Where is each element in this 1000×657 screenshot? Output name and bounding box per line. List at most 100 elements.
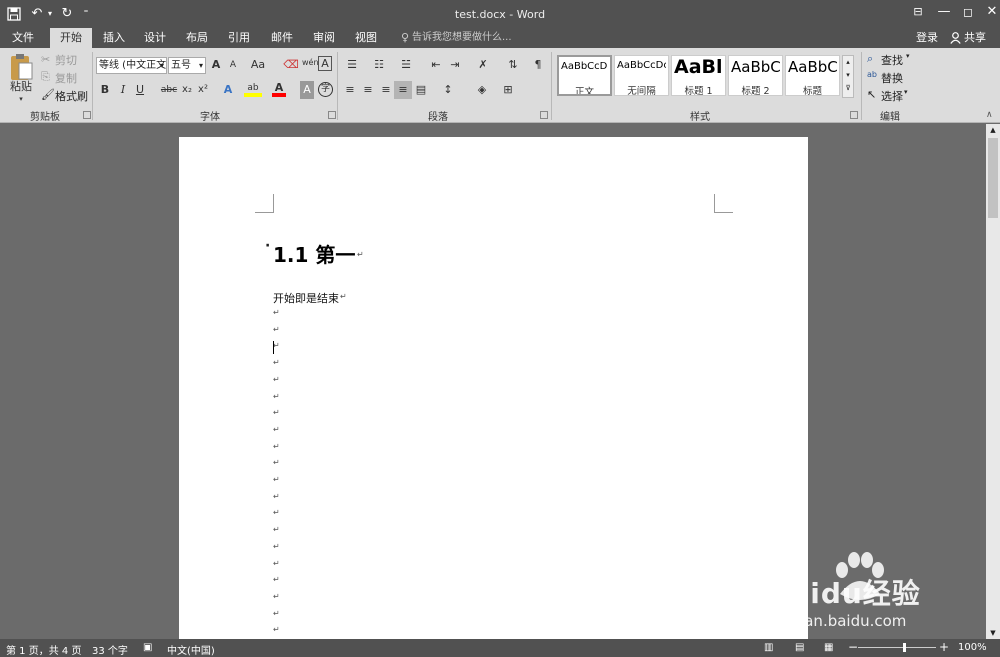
change-case-button[interactable]: Aa — [248, 56, 268, 74]
word-count[interactable]: 33 个字 — [92, 642, 128, 657]
character-shading-button[interactable]: A — [300, 81, 314, 99]
ribbon-tab-bar: 文件 开始 插入 设计 布局 引用 邮件 审阅 视图 ♀ 告诉我您想要做什么..… — [0, 28, 1000, 48]
underline-button[interactable]: U — [133, 81, 147, 99]
sign-in-link[interactable]: 登录 — [912, 28, 942, 48]
tab-file[interactable]: 文件 — [4, 28, 42, 48]
increase-indent-icon[interactable]: ⇥ — [447, 56, 463, 74]
zoom-in-icon[interactable]: + — [939, 640, 949, 654]
cut-button[interactable]: 剪切 — [55, 52, 77, 68]
bullets-icon[interactable]: ☰ — [342, 56, 362, 74]
clipboard-launcher-icon[interactable] — [83, 111, 91, 119]
empty-paragraph-mark: ↵ — [273, 441, 280, 451]
tell-me-box[interactable]: 告诉我您想要做什么... — [412, 28, 512, 48]
character-border-button[interactable]: A — [318, 56, 332, 71]
tab-references[interactable]: 引用 — [221, 28, 257, 48]
multilevel-list-icon[interactable]: ☱ — [396, 56, 416, 74]
style-title[interactable]: AaBbC 标题 — [785, 55, 840, 96]
tab-design[interactable]: 设计 — [137, 28, 173, 48]
select-dropdown-icon[interactable]: ▾ — [904, 88, 908, 96]
bold-button[interactable]: B — [98, 81, 112, 99]
scroll-thumb[interactable] — [988, 138, 998, 218]
distributed-icon[interactable]: ▤ — [413, 81, 429, 99]
group-divider — [551, 52, 552, 120]
proofing-icon[interactable]: ▣ — [143, 642, 152, 653]
justify-icon[interactable]: ≡ — [394, 81, 412, 99]
style-normal[interactable]: AaBbCcDc 正文 — [557, 55, 612, 96]
zoom-slider-track[interactable] — [858, 647, 936, 648]
subscript-button[interactable]: x₂ — [180, 81, 194, 99]
scroll-up-icon[interactable]: ▲ — [986, 124, 1000, 136]
read-mode-icon[interactable]: ▥ — [764, 642, 773, 653]
page-count[interactable]: 第 1 页，共 4 页 — [6, 642, 81, 657]
paste-dropdown-icon[interactable]: ▾ — [16, 90, 26, 108]
show-formatting-icon[interactable]: ¶ — [530, 56, 546, 74]
empty-paragraph-mark: ↵ — [273, 525, 280, 535]
tab-insert[interactable]: 插入 — [96, 28, 132, 48]
empty-paragraph-mark: ↵ — [273, 408, 280, 418]
borders-icon[interactable]: ⊞ — [498, 81, 518, 99]
text-effects-button[interactable]: A — [220, 81, 236, 99]
superscript-button[interactable]: x² — [196, 81, 210, 99]
align-right-icon[interactable]: ≡ — [378, 81, 394, 99]
zoom-slider-thumb[interactable] — [902, 643, 906, 652]
window-title: test.docx - Word — [454, 8, 546, 21]
font-name-combo[interactable]: 等线 (中文正文 ▾ — [96, 57, 167, 74]
share-button[interactable]: 共享 — [963, 28, 987, 48]
body-pilcrow: ↵ — [340, 292, 347, 301]
find-button[interactable]: 查找 — [881, 52, 903, 68]
print-layout-icon[interactable]: ▤ — [795, 642, 804, 653]
sort-icon[interactable]: ⇅ — [505, 56, 521, 74]
font-size-combo[interactable]: 五号 ▾ — [168, 57, 206, 74]
shrink-font-button[interactable]: A — [226, 56, 240, 74]
copy-button[interactable]: 复制 — [55, 70, 77, 86]
align-center-icon[interactable]: ≡ — [360, 81, 376, 99]
chinese-layout-icon[interactable]: ✗ — [472, 56, 494, 74]
styles-group-label: 样式 — [690, 112, 710, 123]
grow-font-button[interactable]: A — [209, 56, 223, 74]
font-color-button[interactable]: A — [272, 79, 286, 97]
style-no-spacing[interactable]: AaBbCcDc 无间隔 — [614, 55, 669, 96]
decrease-indent-icon[interactable]: ⇤ — [428, 56, 444, 74]
strikethrough-button[interactable]: abc — [160, 81, 178, 99]
clear-formatting-icon[interactable]: ⌫ — [283, 56, 299, 74]
margin-corner-top-right — [714, 194, 733, 213]
zoom-out-icon[interactable]: − — [848, 640, 858, 654]
heading-text[interactable]: 1.1 第一 — [273, 239, 355, 268]
styles-launcher-icon[interactable] — [850, 111, 858, 119]
shading-icon[interactable]: ◈ — [472, 81, 492, 99]
format-painter-icon: 🖌 — [41, 88, 55, 101]
tab-layout[interactable]: 布局 — [179, 28, 215, 48]
tab-review[interactable]: 审阅 — [306, 28, 342, 48]
tab-view[interactable]: 视图 — [348, 28, 384, 48]
line-spacing-icon[interactable]: ↕ — [437, 81, 459, 99]
format-painter-button[interactable]: 格式刷 — [55, 88, 88, 104]
select-button[interactable]: 选择 — [881, 88, 903, 104]
font-launcher-icon[interactable] — [328, 111, 336, 119]
tab-mailings[interactable]: 邮件 — [264, 28, 300, 48]
italic-button[interactable]: I — [116, 81, 130, 99]
collapse-ribbon-icon[interactable]: ∧ — [986, 110, 993, 120]
vertical-scrollbar[interactable]: ▲ ▼ — [986, 124, 1000, 639]
web-layout-icon[interactable]: ▦ — [824, 642, 833, 653]
language-indicator[interactable]: 中文(中国) — [167, 642, 215, 657]
find-dropdown-icon[interactable]: ▾ — [906, 52, 910, 60]
empty-paragraph-mark: ↵ — [273, 308, 280, 317]
scroll-down-icon[interactable]: ▼ — [986, 627, 1000, 639]
style-heading-2[interactable]: AaBbC 标题 2 — [728, 55, 783, 96]
numbering-icon[interactable]: ☷ — [369, 56, 389, 74]
zoom-level[interactable]: 100% — [958, 642, 987, 653]
phonetic-guide-button[interactable]: wén — [302, 54, 319, 72]
paragraph-launcher-icon[interactable] — [540, 111, 548, 119]
replace-button[interactable]: 替换 — [881, 70, 903, 86]
align-left-icon[interactable]: ≡ — [342, 81, 358, 99]
group-divider — [861, 52, 862, 120]
lightbulb-icon: ♀ — [400, 31, 410, 44]
enclose-characters-button[interactable]: 字 — [318, 82, 333, 97]
body-text[interactable]: 开始即是结束 — [273, 290, 339, 306]
tab-home[interactable]: 开始 — [50, 28, 92, 48]
highlight-button[interactable]: ab — [244, 79, 262, 97]
select-icon: ↖ — [867, 88, 877, 101]
styles-scroll[interactable]: ▴ ▾ ⊽ — [842, 55, 854, 98]
close-icon[interactable]: ✕ — [977, 0, 1000, 24]
style-heading-1[interactable]: AaBl 标题 1 — [671, 55, 726, 96]
